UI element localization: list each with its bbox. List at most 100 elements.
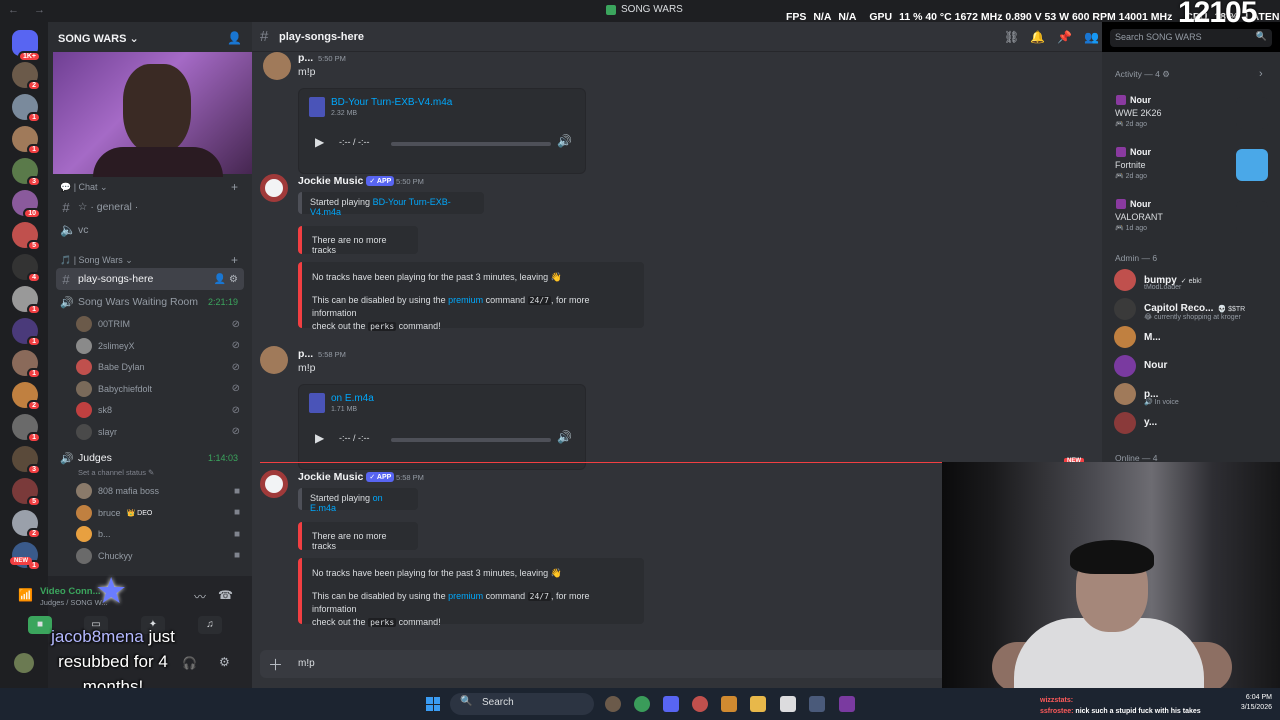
member-item[interactable]: M... bbox=[1114, 325, 1274, 349]
composer-value[interactable]: m!p bbox=[298, 658, 315, 669]
voice-user[interactable]: 808 mafia boss ■ bbox=[76, 481, 246, 501]
voice-user[interactable]: b... ■ bbox=[76, 524, 246, 544]
attach-plus-icon[interactable]: ＋ bbox=[268, 654, 283, 675]
voice-waiting-room[interactable]: 🔊 Song Wars Waiting Room 2:21:19 bbox=[56, 291, 244, 313]
chevron-right-icon[interactable]: › bbox=[1259, 68, 1263, 80]
chrome-icon[interactable] bbox=[634, 696, 650, 712]
checkout-post: command! bbox=[398, 617, 441, 627]
channel-play-songs-here[interactable]: # play-songs-here 👤 ⚙ bbox=[56, 268, 244, 290]
server-icon[interactable]: 1 bbox=[12, 94, 41, 123]
channel-status[interactable]: Set a channel status ✎ bbox=[78, 468, 154, 477]
audio-file-name[interactable]: on E.m4a bbox=[331, 393, 374, 404]
user-avatar[interactable] bbox=[14, 653, 34, 673]
bell-icon[interactable]: 🔔 bbox=[1030, 30, 1045, 44]
game-icon[interactable] bbox=[1236, 201, 1268, 233]
volume-icon[interactable]: 🔊 bbox=[557, 134, 572, 148]
audio-file-name[interactable]: BD-Your Turn-EXB-V4.m4a bbox=[331, 97, 452, 108]
server-icon[interactable]: 4 bbox=[12, 254, 41, 283]
member-item[interactable]: Capitol Reco... 💀 $$TR 😂 currently shoppin… bbox=[1114, 297, 1274, 321]
pin-icon[interactable]: 📌 bbox=[1057, 30, 1072, 44]
audio-progress-bar[interactable] bbox=[391, 438, 551, 442]
voice-user[interactable]: 2slimeyX ⊘ bbox=[76, 336, 246, 356]
category-chat[interactable]: 💬 | Chat ⌄ bbox=[60, 182, 108, 193]
voice-user[interactable]: sk8 ⊘ bbox=[76, 400, 246, 420]
nav-arrows[interactable]: ← → bbox=[8, 4, 51, 16]
add-member-icon[interactable]: 👤 bbox=[227, 31, 242, 45]
message-avatar[interactable] bbox=[263, 52, 291, 80]
add-channel-icon[interactable]: + bbox=[231, 253, 238, 267]
play-icon[interactable]: ▶ bbox=[315, 135, 324, 149]
add-channel-icon[interactable]: + bbox=[231, 180, 238, 194]
game-icon[interactable] bbox=[1236, 149, 1268, 181]
taskbar-app-icon[interactable] bbox=[605, 696, 621, 712]
server-icon[interactable]: 1 bbox=[12, 318, 41, 347]
server-name[interactable]: SONG WARS ⌄ bbox=[58, 32, 139, 45]
server-icon[interactable]: 3 bbox=[12, 158, 41, 187]
taskbar-app-icon[interactable] bbox=[721, 696, 737, 712]
voice-user[interactable]: Babychiefdolt ⊘ bbox=[76, 379, 246, 399]
user-settings-icon[interactable]: ⚙ bbox=[219, 655, 230, 669]
activity-user[interactable]: Nour bbox=[1130, 147, 1151, 157]
voice-user[interactable]: bruce 👑 DEO ■ bbox=[76, 503, 246, 523]
server-icon[interactable]: 5 bbox=[12, 478, 41, 507]
game-icon[interactable] bbox=[1236, 97, 1268, 129]
taskbar-search[interactable]: 🔍 Search bbox=[450, 693, 594, 715]
taskbar-app-icon[interactable] bbox=[692, 696, 708, 712]
message-avatar[interactable] bbox=[260, 346, 288, 374]
play-icon[interactable]: ▶ bbox=[315, 431, 324, 445]
voice-user[interactable]: Babe Dylan ⊘ bbox=[76, 357, 246, 377]
soundboard-button[interactable]: ♫ bbox=[198, 616, 222, 634]
discord-icon[interactable] bbox=[663, 696, 679, 712]
activity-user[interactable]: Nour bbox=[1130, 199, 1151, 209]
member-item[interactable]: y... bbox=[1114, 411, 1274, 435]
disconnect-icon[interactable]: ☎ bbox=[218, 588, 233, 602]
direct-messages-button[interactable]: 1K+ bbox=[12, 30, 41, 62]
bot-avatar[interactable] bbox=[260, 174, 288, 202]
member-item[interactable]: bumpy ✓ ebk! tModLoader bbox=[1114, 268, 1274, 292]
system-clock[interactable]: 6:04 PM 3/15/2026 bbox=[1241, 693, 1272, 713]
message-author[interactable]: p... bbox=[298, 52, 313, 64]
activity-header[interactable]: Activity — 4 ⚙ bbox=[1115, 69, 1170, 80]
code-perks: perks bbox=[368, 322, 397, 331]
server-icon[interactable]: 1 bbox=[12, 126, 41, 155]
server-icon[interactable]: 1 bbox=[12, 286, 41, 315]
server-icon[interactable]: 2 bbox=[12, 62, 41, 91]
threads-icon[interactable]: ⛓ bbox=[1004, 30, 1019, 44]
member-item[interactable]: Nour bbox=[1114, 354, 1274, 378]
file-explorer-icon[interactable] bbox=[750, 696, 766, 712]
taskbar-app-icon[interactable] bbox=[839, 696, 855, 712]
noise-suppression-icon[interactable]: 〰 bbox=[194, 588, 206, 605]
voice-user[interactable]: 00TRIM ⊘ bbox=[76, 314, 246, 334]
taskbar-search-label: Search bbox=[482, 697, 514, 708]
bot-avatar[interactable] bbox=[260, 470, 288, 498]
server-icon[interactable]: 3 bbox=[12, 446, 41, 475]
activity-user[interactable]: Nour bbox=[1130, 95, 1151, 105]
audio-progress-bar[interactable] bbox=[391, 142, 551, 146]
server-icon[interactable]: 5 bbox=[12, 222, 41, 251]
category-song-wars[interactable]: 🎵 | Song Wars ⌄ bbox=[60, 255, 133, 266]
voice-judges[interactable]: 🔊 Judges 1:14:03 bbox=[56, 447, 244, 469]
voice-user[interactable]: Chuckyy ■ bbox=[76, 546, 246, 566]
windows-start-icon[interactable] bbox=[426, 697, 440, 711]
server-icon[interactable]: 1 bbox=[12, 414, 41, 443]
search-input[interactable]: Search SONG WARS 🔍 bbox=[1110, 29, 1272, 47]
premium-link[interactable]: premium bbox=[448, 591, 483, 601]
channel-vc[interactable]: 🔈 vc bbox=[56, 219, 244, 241]
premium-link[interactable]: premium bbox=[448, 295, 483, 305]
channel-settings-icon[interactable]: 👤 ⚙ bbox=[214, 274, 238, 285]
taskbar-app-icon[interactable] bbox=[809, 696, 825, 712]
message-author[interactable]: p... bbox=[298, 348, 313, 360]
bot-author[interactable]: Jockie Music ✓ APP bbox=[298, 471, 395, 483]
taskbar-app-icon[interactable] bbox=[780, 696, 796, 712]
voice-user[interactable]: slayr ⊘ bbox=[76, 422, 246, 442]
voice-user-name: bruce bbox=[98, 507, 121, 518]
member-item[interactable]: p... 🔊 In voice bbox=[1114, 382, 1274, 406]
server-icon[interactable]: 1 bbox=[12, 350, 41, 379]
volume-icon[interactable]: 🔊 bbox=[557, 430, 572, 444]
member-list-icon[interactable]: 👥 bbox=[1084, 30, 1099, 44]
server-icon[interactable]: 2 bbox=[12, 382, 41, 411]
server-icon[interactable]: 2 bbox=[12, 510, 41, 539]
bot-author[interactable]: Jockie Music ✓ APP bbox=[298, 175, 395, 187]
server-icon[interactable]: 10 bbox=[12, 190, 41, 219]
channel-general[interactable]: # ☆ · general · bbox=[56, 196, 244, 218]
